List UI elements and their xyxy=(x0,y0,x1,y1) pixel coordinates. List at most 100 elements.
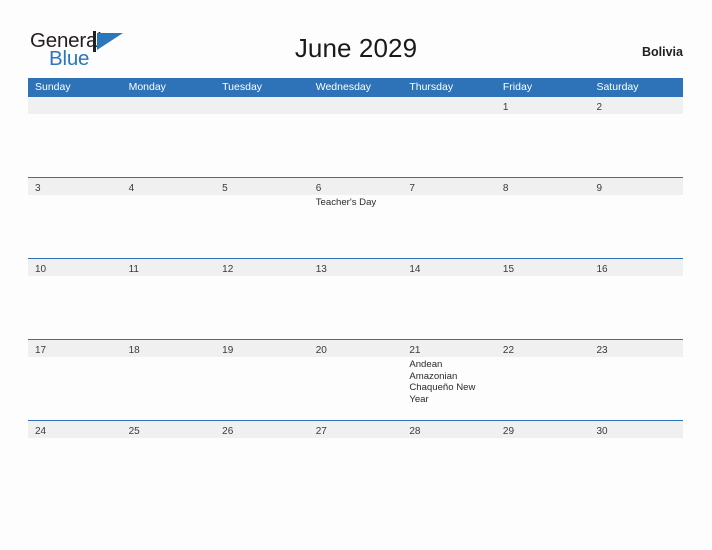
day-number: 25 xyxy=(128,426,140,437)
day-date-band: 18 xyxy=(121,340,216,357)
day-date-band: 25 xyxy=(121,421,216,438)
calendar-day-cell[interactable]: 1 xyxy=(495,97,590,177)
day-date-band: 13 xyxy=(308,259,403,276)
day-number: 28 xyxy=(409,426,421,437)
calendar-week-row: 3 4 5 6 Teacher's Day 7 8 9 xyxy=(28,177,684,258)
calendar-day-cell[interactable]: 25 xyxy=(121,421,216,501)
day-date-band xyxy=(402,97,496,114)
calendar-day-cell[interactable]: 23 xyxy=(589,340,684,420)
calendar-day-cell[interactable]: 27 xyxy=(308,421,403,501)
day-date-band: 20 xyxy=(308,340,403,357)
country-label: Bolivia xyxy=(642,45,683,59)
calendar-day-cell[interactable]: 2 xyxy=(589,97,684,177)
day-number: 30 xyxy=(596,426,608,437)
calendar-day-cell[interactable]: 5 xyxy=(215,178,309,258)
calendar-week-cells: 17 18 19 20 21 Andean Amazonian Chaqueño New … xyxy=(28,340,684,420)
weekday-header-tuesday: Tuesday xyxy=(222,81,263,93)
calendar-day-cell[interactable]: 26 xyxy=(215,421,309,501)
day-number: 22 xyxy=(502,345,515,356)
day-number: 27 xyxy=(315,426,327,437)
weekday-header-thursday: Thursday xyxy=(409,81,454,93)
calendar-day-cell[interactable]: 16 xyxy=(589,259,684,339)
calendar-day-cell[interactable]: 18 xyxy=(121,340,216,420)
day-date-band: 24 xyxy=(28,421,122,438)
calendar-day-cell[interactable]: 29 xyxy=(495,421,590,501)
day-date-band: 14 xyxy=(402,259,496,276)
day-number: 23 xyxy=(596,345,608,356)
day-date-band: 7 xyxy=(402,178,496,195)
calendar-day-cell[interactable]: 15 xyxy=(495,259,590,339)
weekday-header-row: Sunday Monday Tuesday Wednesday Thursday Frid… xyxy=(28,78,683,97)
calendar-week-row: 17 18 19 20 21 Andean Amazonian Chaqueño New … xyxy=(28,339,684,420)
calendar-day-cell[interactable]: 19 xyxy=(215,340,309,420)
calendar-day-cell[interactable]: 24 xyxy=(28,421,122,501)
calendar-day-cell[interactable]: 11 xyxy=(121,259,216,339)
day-date-band: 8 xyxy=(495,178,590,195)
day-date-band: 16 xyxy=(589,259,684,276)
day-number: 18 xyxy=(128,345,140,356)
day-number: 26 xyxy=(222,426,234,437)
day-date-band: 4 xyxy=(121,178,216,195)
calendar-day-cell[interactable]: 10 xyxy=(28,259,122,339)
calendar-day-cell[interactable]: 28 xyxy=(402,421,496,501)
day-number: 17 xyxy=(35,345,47,356)
calendar-day-cell[interactable]: 9 xyxy=(589,178,684,258)
calendar-day-cell[interactable]: 21 Andean Amazonian Chaqueño New Year xyxy=(402,340,496,420)
calendar-day-cell[interactable]: 7 xyxy=(402,178,496,258)
day-date-band: 22 xyxy=(495,340,590,357)
day-events-list: Andean Amazonian Chaqueño New Year xyxy=(402,357,496,405)
calendar-day-cell[interactable]: 22 xyxy=(495,340,590,420)
calendar-day-cell[interactable]: 8 xyxy=(495,178,590,258)
day-date-band: 29 xyxy=(495,421,590,438)
day-date-band xyxy=(28,97,122,114)
day-date-band: 17 xyxy=(28,340,122,357)
calendar-day-cell[interactable]: 6 Teacher's Day xyxy=(308,178,403,258)
day-number: 19 xyxy=(222,345,234,356)
weekday-header-monday: Monday xyxy=(128,81,166,93)
calendar-week-cells: 3 4 5 6 Teacher's Day 7 8 9 xyxy=(28,178,684,258)
weekday-header-saturday: Saturday xyxy=(596,81,639,93)
page-title: June 2029 xyxy=(294,33,418,63)
day-number: 3 xyxy=(35,183,41,194)
day-date-band: 10 xyxy=(28,259,122,276)
calendar-day-cell[interactable]: 14 xyxy=(402,259,496,339)
calendar-weeks: 1 2 3 4 5 6 Teacher's Day 7 8 9 10 11 12 13 14 15 16 17 18… xyxy=(28,97,684,501)
day-date-band: 28 xyxy=(402,421,496,438)
day-date-band xyxy=(121,97,216,114)
calendar-day-empty xyxy=(215,97,309,177)
calendar-day-empty xyxy=(28,97,122,177)
day-date-band: 23 xyxy=(589,340,684,357)
calendar-day-cell[interactable]: 17 xyxy=(28,340,122,420)
weekday-header-friday: Friday xyxy=(502,81,533,93)
day-date-band: 5 xyxy=(215,178,309,195)
calendar-day-empty xyxy=(308,97,403,177)
day-date-band: 6 xyxy=(308,178,403,195)
day-number: 5 xyxy=(222,183,228,194)
day-date-band: 9 xyxy=(589,178,684,195)
calendar-day-empty xyxy=(121,97,216,177)
calendar-day-empty xyxy=(402,97,496,177)
calendar-day-cell[interactable]: 20 xyxy=(308,340,403,420)
day-date-band xyxy=(308,97,403,114)
day-number: 11 xyxy=(128,264,139,275)
calendar-page: General Blue June 2029 Bolivia Sunday Mon… xyxy=(0,0,712,550)
day-date-band: 2 xyxy=(589,97,684,114)
calendar-day-cell[interactable]: 4 xyxy=(121,178,216,258)
day-event: Andean Amazonian Chaqueño New Year xyxy=(409,359,476,405)
calendar-day-cell[interactable]: 13 xyxy=(308,259,403,339)
day-date-band: 21 xyxy=(402,340,496,357)
calendar-grid: Sunday Monday Tuesday Wednesday Thursday Frid… xyxy=(28,78,684,501)
day-number: 15 xyxy=(502,264,515,275)
day-date-band: 1 xyxy=(495,97,590,114)
day-number: 1 xyxy=(502,102,509,113)
day-number: 29 xyxy=(502,426,515,437)
calendar-day-cell[interactable]: 12 xyxy=(215,259,309,339)
day-number: 21 xyxy=(409,345,421,356)
day-date-band: 11 xyxy=(121,259,216,276)
calendar-day-cell[interactable]: 30 xyxy=(589,421,684,501)
day-number: 7 xyxy=(409,183,415,194)
day-number: 10 xyxy=(35,264,47,275)
weekday-header-wednesday: Wednesday xyxy=(315,81,371,93)
calendar-day-cell[interactable]: 3 xyxy=(28,178,122,258)
day-number: 20 xyxy=(315,345,327,356)
